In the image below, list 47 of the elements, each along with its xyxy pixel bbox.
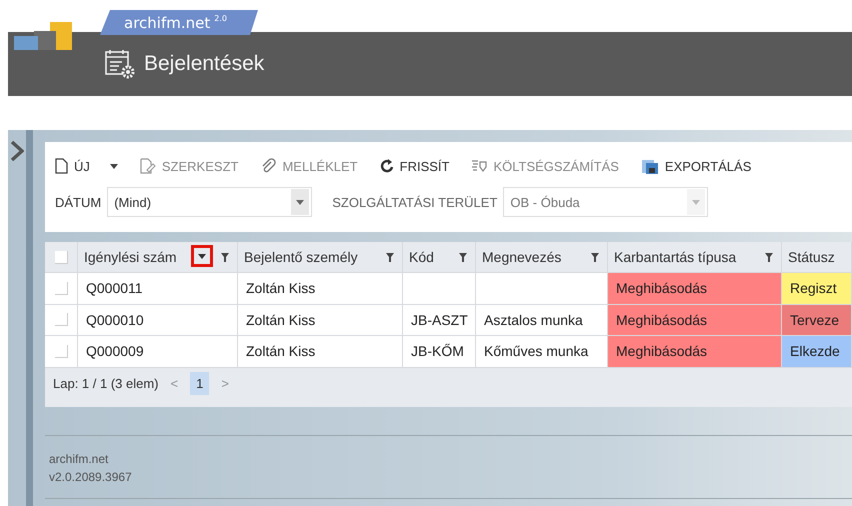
document-icon	[55, 158, 68, 174]
toolbar-button[interactable]: EXPORTÁLÁS	[640, 157, 752, 175]
filter-icon[interactable]	[459, 252, 467, 262]
filter-icon[interactable]	[386, 252, 394, 262]
table-cell: Elkezde	[782, 336, 852, 368]
table-cell: Terveze	[782, 304, 852, 336]
table-cell: Meghibásodás	[608, 304, 782, 336]
table-cell: Zoltán Kiss	[238, 273, 403, 304]
toolbar-button[interactable]: FRISSÍT	[380, 158, 450, 174]
table-cell: Meghibásodás	[608, 273, 782, 304]
caret-icon	[110, 164, 118, 168]
table-cell: JB-KŐM	[403, 336, 476, 368]
filter-icon[interactable]	[221, 252, 229, 262]
calendar-gear-icon	[104, 48, 136, 80]
brand-name: archifm.net	[124, 14, 210, 32]
table-cell: Regiszt	[782, 273, 852, 304]
product-name: archifm.net	[49, 451, 110, 468]
table-cell: Meghibásodás	[608, 336, 782, 368]
brand-version: 2.0	[214, 14, 227, 23]
expand-chevron-icon[interactable]	[10, 140, 24, 162]
toolbar-button[interactable]: ÚJ	[55, 158, 118, 174]
edit-document-icon	[140, 158, 156, 174]
caret-icon	[692, 200, 700, 204]
table-cell: Zoltán Kiss	[238, 336, 403, 368]
paperclip-icon	[260, 158, 276, 174]
save-icon	[640, 157, 659, 175]
filter-label: SZOLGÁLTATÁSI TERÜLET	[332, 194, 498, 210]
filter-dropdown[interactable]: (Mind)	[107, 187, 312, 217]
table-cell: Q000010	[78, 304, 238, 336]
caret-icon	[296, 200, 304, 204]
page-button[interactable]: 1	[190, 372, 210, 395]
page-title: Bejelentések	[144, 52, 264, 76]
table-cell: Q000009	[78, 336, 238, 368]
refresh-icon	[380, 159, 394, 173]
filter-icon[interactable]	[591, 252, 599, 262]
version-text: v2.0.2089.3967	[49, 469, 133, 486]
table-cell: Zoltán Kiss	[238, 304, 403, 336]
select-all-checkbox[interactable]	[54, 250, 68, 264]
filter-icon[interactable]	[765, 252, 773, 262]
list-tag-icon	[471, 158, 488, 174]
table-cell: Q000011	[78, 273, 238, 304]
table-cell: Asztalos munka	[476, 304, 608, 336]
table-cell: Kőműves munka	[476, 336, 608, 368]
table-cell: JB-ASZT	[403, 304, 476, 336]
filter-label: DÁTUM	[55, 194, 102, 210]
sort-caret-icon[interactable]	[198, 254, 206, 258]
pager-summary: Lap: 1 / 1 (3 elem)	[53, 376, 158, 391]
